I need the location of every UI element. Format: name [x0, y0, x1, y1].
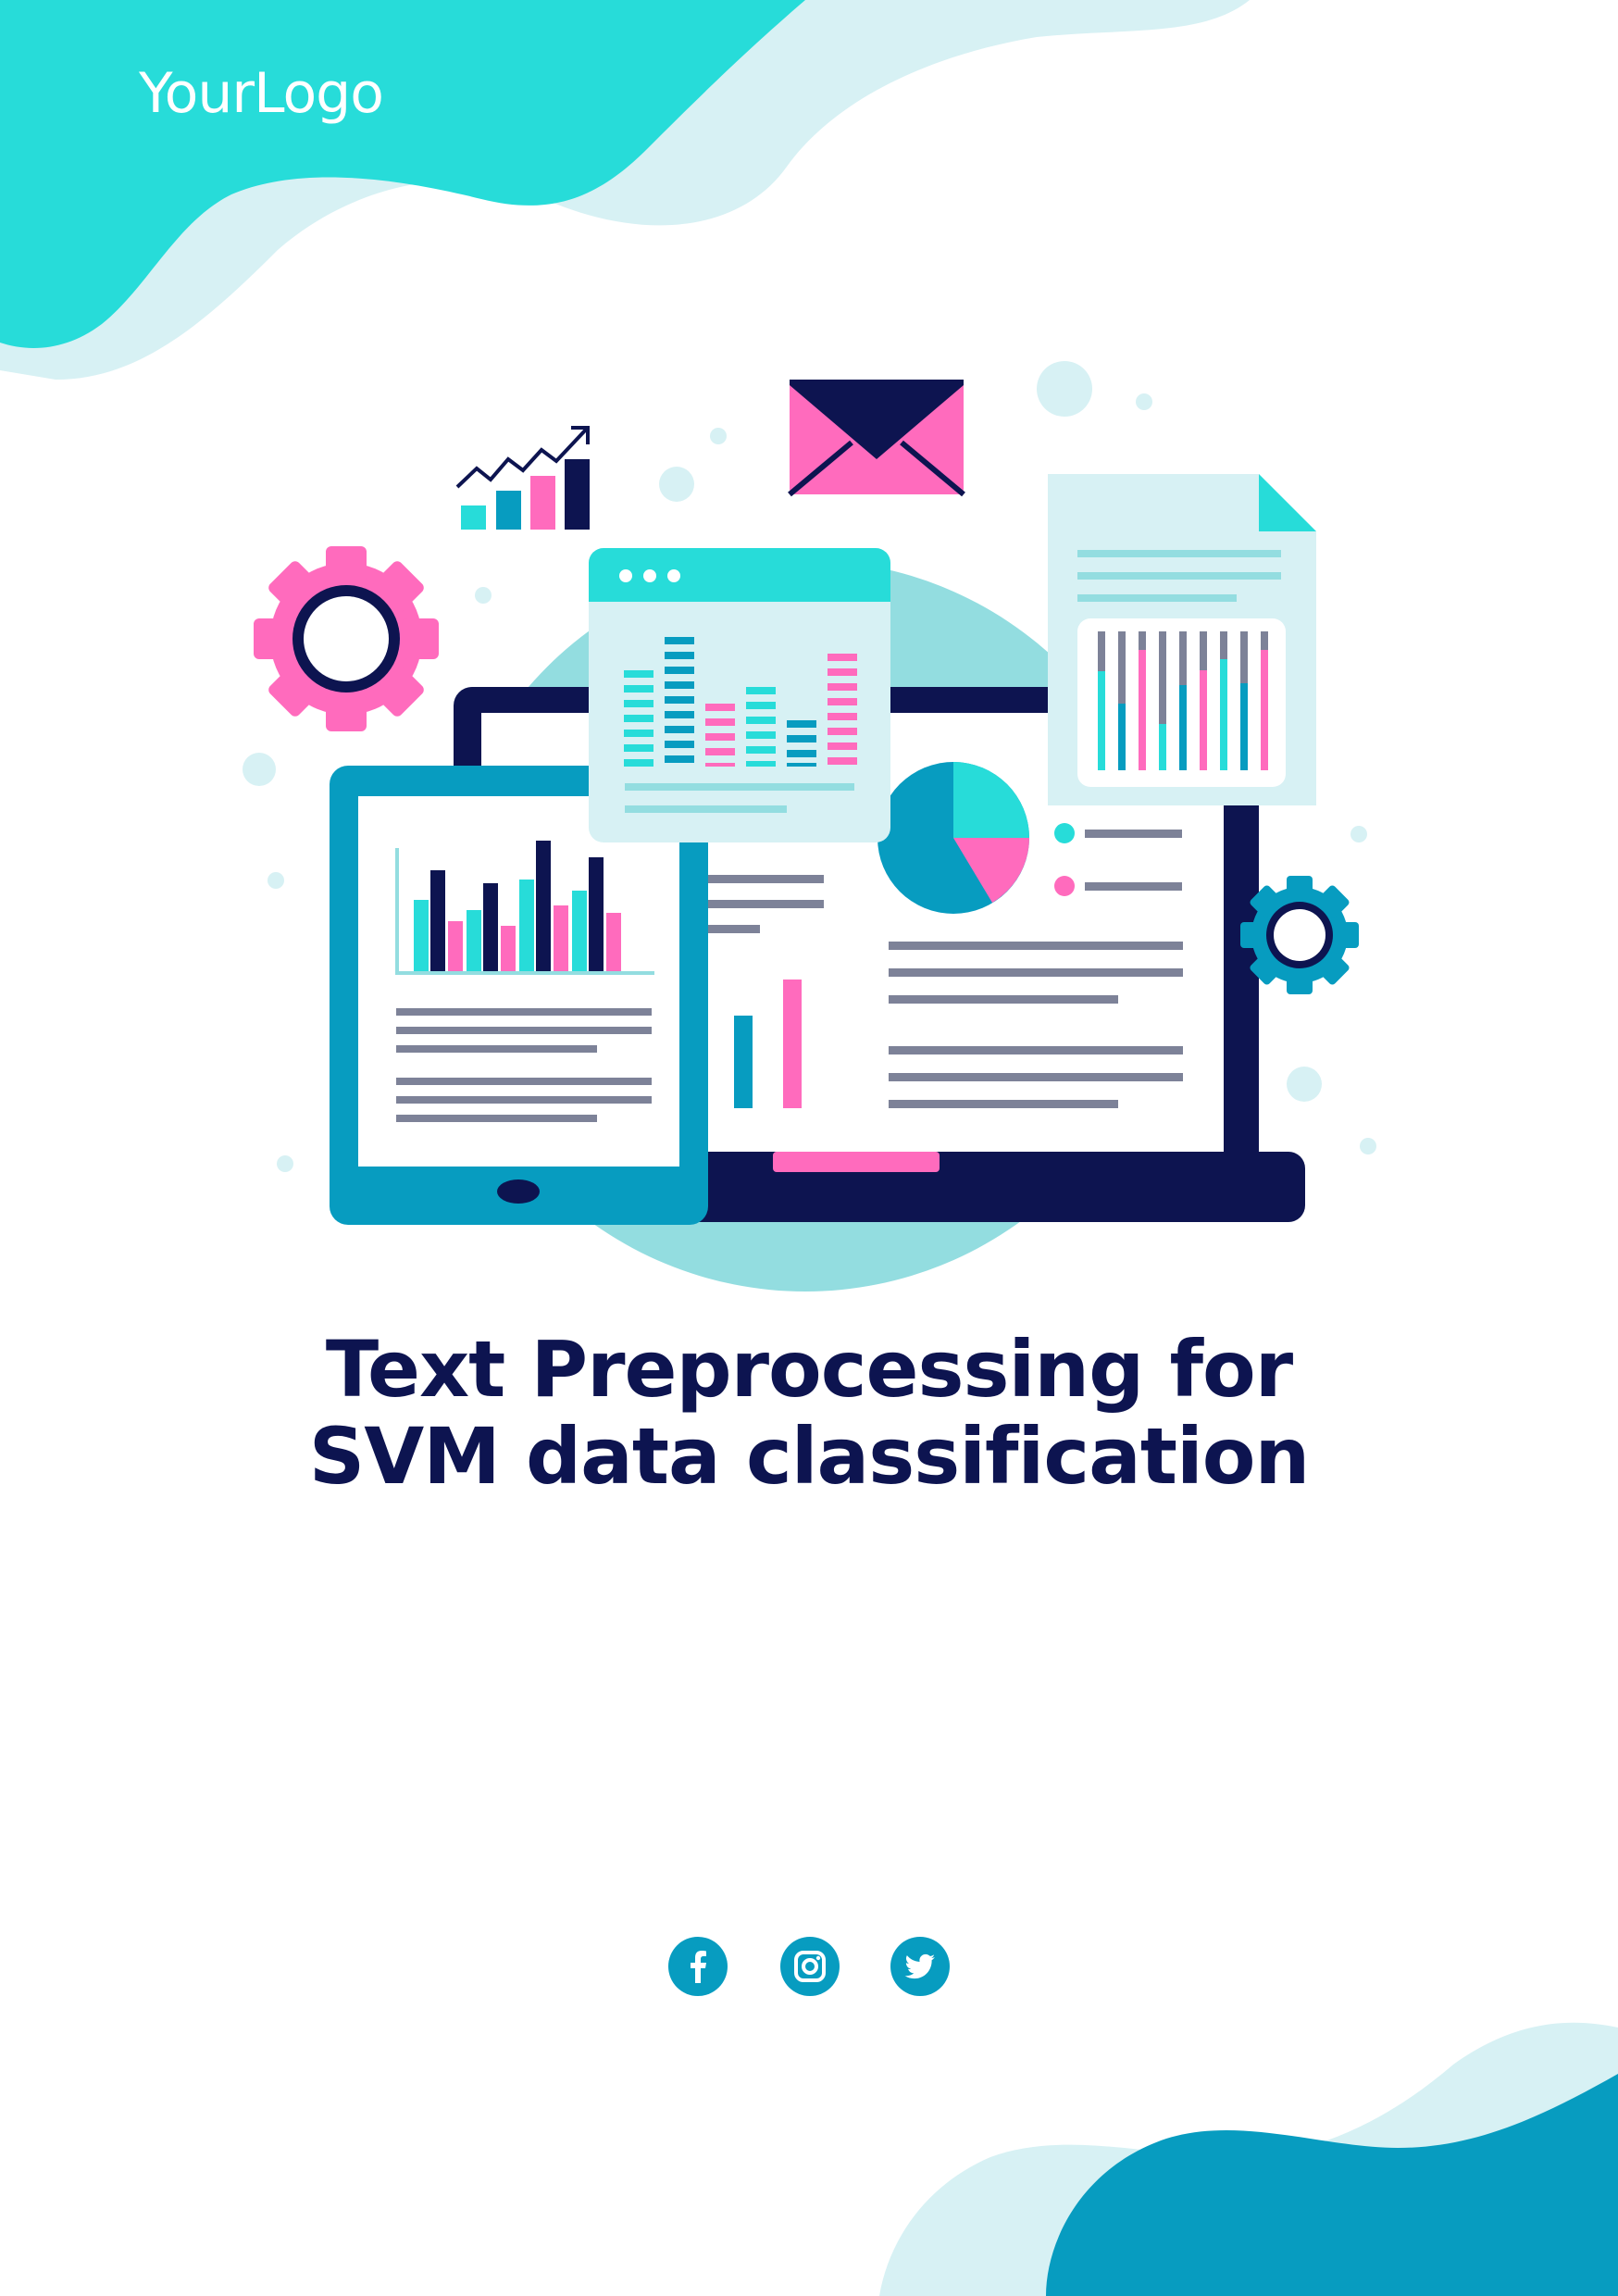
title-line-1: Text Preprocessing for — [325, 1324, 1293, 1415]
instagram-icon[interactable] — [780, 1937, 840, 1996]
pie-chart-icon — [877, 762, 1029, 914]
document-title: Text Preprocessing for SVM data classifi… — [0, 1326, 1618, 1500]
twitter-icon[interactable] — [890, 1937, 950, 1996]
social-links — [0, 1937, 1618, 1996]
growth-chart-icon — [455, 426, 590, 530]
blue-gear-icon — [1240, 876, 1359, 994]
document-icon — [1048, 474, 1316, 805]
envelope-icon — [788, 380, 965, 497]
pink-gear-icon — [254, 546, 439, 731]
browser-window-icon — [589, 548, 890, 842]
facebook-icon[interactable] — [668, 1937, 728, 1996]
title-line-2: SVM data classification — [308, 1411, 1311, 1502]
document-bar-chart — [1098, 631, 1268, 770]
analytics-illustration — [243, 361, 1376, 1292]
